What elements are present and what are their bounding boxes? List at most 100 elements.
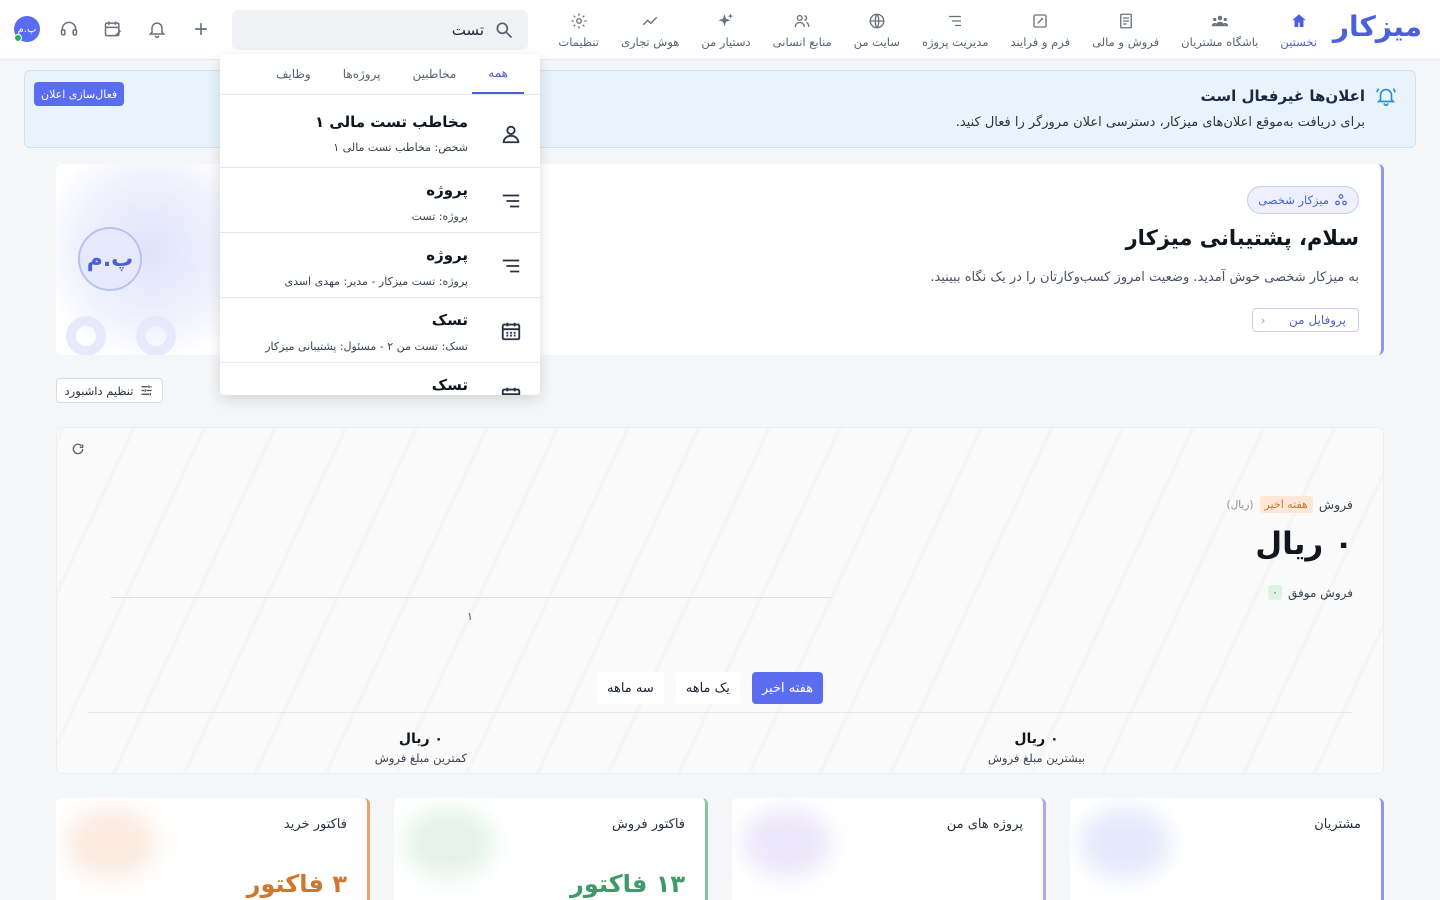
- headset-icon: [60, 21, 78, 36]
- divider: [87, 712, 1353, 713]
- decorative-ring: [66, 316, 106, 355]
- result-subtitle: تسک: تست من ۲ - مسئول: پشتیبانی میزکار: [265, 340, 468, 353]
- form-icon: [1033, 13, 1047, 28]
- main-nav: نخستین باشگاه مشتریان فروش و مالی فرم و …: [547, 0, 1328, 60]
- period-badge: هفته اخیر: [1259, 496, 1313, 513]
- plus-icon: [195, 23, 207, 35]
- tab-projects[interactable]: پروژه‌ها: [327, 54, 397, 94]
- search-input[interactable]: [254, 10, 484, 50]
- add-button[interactable]: [186, 14, 216, 44]
- card-title: فاکتور خرید: [283, 817, 347, 832]
- min-sale-stat: ۰ ریال کمترین مبلغ فروش: [375, 731, 467, 765]
- profile-avatar[interactable]: پ.م: [78, 227, 142, 291]
- nav-item-projects[interactable]: مدیریت پروژه: [911, 0, 1000, 60]
- successful-sales-count: ۰: [1268, 585, 1282, 600]
- result-subtitle: پروژه: تست میزکار - مدیر: مهدی اسدی: [284, 275, 468, 288]
- nav-item-forms[interactable]: فرم و فرایند: [1000, 0, 1082, 60]
- result-title: پروژه: [426, 181, 468, 199]
- period-month-button[interactable]: یک ماهه: [675, 672, 740, 704]
- calendar-button[interactable]: [98, 14, 128, 44]
- result-subtitle: پروژه: تست: [411, 210, 468, 223]
- sales-invoice-card[interactable]: فاکتور فروش ۱۳ فاکتور: [394, 798, 708, 900]
- search-result-item[interactable]: پروژه پروژه: تست میزکار - مدیر: مهدی اسد…: [220, 233, 540, 298]
- min-sale-value: ۰ ریال: [398, 731, 443, 747]
- nav-label: منابع انسانی: [772, 34, 832, 49]
- nav-item-home[interactable]: نخستین: [1269, 0, 1328, 60]
- list-icon: [949, 15, 962, 26]
- nav-label: فروش و مالی: [1092, 34, 1160, 49]
- max-sale-stat: ۰ ریال بیشترین مبلغ فروش: [988, 731, 1085, 765]
- toolbar-actions: پ.م: [14, 14, 216, 44]
- online-status-dot: [14, 34, 22, 42]
- sliders-icon: [141, 385, 152, 396]
- nav-item-sales-finance[interactable]: فروش و مالی: [1081, 0, 1170, 60]
- nav-item-settings[interactable]: تنظیمات: [547, 0, 610, 60]
- search-result-item[interactable]: پروژه پروژه: تست: [220, 168, 540, 233]
- my-profile-button[interactable]: پروفایل من ‹: [1252, 308, 1359, 332]
- currency-unit: (ریال): [1226, 498, 1254, 511]
- purchase-invoice-card[interactable]: فاکتور خرید ۳ فاکتور: [56, 798, 370, 900]
- nav-item-customers[interactable]: باشگاه مشتریان: [1170, 0, 1269, 60]
- sparkle-icon: [718, 13, 734, 26]
- card-value: ۳ فاکتور: [246, 870, 347, 898]
- sales-label: فروش: [1318, 497, 1353, 512]
- card-decoration: [742, 808, 832, 878]
- support-button[interactable]: [54, 14, 84, 44]
- card-title: فاکتور فروش: [612, 817, 685, 832]
- user-avatar[interactable]: پ.م: [14, 16, 40, 42]
- result-title: تسک: [431, 311, 468, 329]
- bell-icon: [148, 22, 166, 39]
- notifications-button[interactable]: [142, 14, 172, 44]
- nav-item-my-site[interactable]: سایت من: [843, 0, 911, 60]
- nav-label: تنظیمات: [558, 34, 599, 49]
- app-logo[interactable]: میزکار: [1333, 10, 1423, 43]
- enable-notifications-button[interactable]: فعال‌سازی اعلان: [34, 82, 125, 106]
- nav-item-assistant[interactable]: دستیار من: [690, 0, 761, 60]
- sales-widget: فروش هفته اخیر (ریال) ۰ ریال فروش موفق ۰…: [56, 427, 1384, 774]
- search-result-item[interactable]: تسک: [220, 363, 540, 395]
- background-pattern: [57, 428, 1383, 773]
- customers-card[interactable]: مشتریان: [1070, 798, 1384, 900]
- nav-label: فرم و فرایند: [1010, 34, 1071, 49]
- max-sale-label: بیشترین مبلغ فروش: [987, 751, 1085, 765]
- nav-label: باشگاه مشتریان: [1181, 34, 1259, 49]
- result-title: تسک: [431, 376, 468, 394]
- period-week-button[interactable]: هفته اخیر: [751, 672, 824, 704]
- card-title: پروژه های من: [946, 817, 1023, 832]
- nav-item-bi[interactable]: هوش تجاری: [610, 0, 690, 60]
- card-title: مشتریان: [1314, 817, 1361, 832]
- tab-tasks[interactable]: وظایف: [260, 54, 327, 94]
- users-icon: [1211, 15, 1229, 26]
- search-results-dropdown: همه مخاطبین پروژه‌ها وظایف مخاطب تست مال…: [220, 54, 540, 395]
- home-icon: [1291, 13, 1306, 27]
- tab-contacts[interactable]: مخاطبین: [397, 54, 473, 94]
- chart-line-icon: [642, 16, 658, 25]
- refresh-icon[interactable]: [71, 442, 85, 456]
- search-results-list: مخاطب تست مالی ۱ شخص: مخاطب تست مالی ۱ پ…: [220, 95, 540, 395]
- dashboard-settings-button[interactable]: تنظیم داشبورد: [56, 378, 163, 403]
- receipt-icon: [1119, 13, 1132, 28]
- search-icon[interactable]: [494, 20, 514, 40]
- calendar-icon: [501, 387, 521, 395]
- successful-sales-label: فروش موفق: [1288, 585, 1353, 600]
- nav-item-hr[interactable]: منابع انسانی: [762, 0, 843, 60]
- result-title: مخاطب تست مالی ۱: [314, 113, 468, 131]
- chevron-left-icon: ‹: [1261, 314, 1266, 327]
- gear-icon: [571, 13, 587, 28]
- calendar-edit-icon: [104, 21, 122, 37]
- welcome-title: سلام، پشتیبانی میزکار: [1125, 226, 1359, 250]
- bell-ring-icon: [1376, 88, 1396, 106]
- tab-all[interactable]: همه: [472, 54, 524, 94]
- search-result-item[interactable]: مخاطب تست مالی ۱ شخص: مخاطب تست مالی ۱: [220, 95, 540, 168]
- welcome-text: به میزکار شخصی خوش آمدید. وضعیت امروز کس…: [930, 270, 1359, 285]
- period-quarter-button[interactable]: سه ماهه: [597, 672, 664, 704]
- my-projects-card[interactable]: پروژه های من: [732, 798, 1046, 900]
- nodes-icon: [1335, 194, 1347, 206]
- min-sale-label: کمترین مبلغ فروش: [374, 751, 467, 765]
- sales-label-row: فروش هفته اخیر (ریال): [1226, 496, 1353, 513]
- my-profile-label: پروفایل من: [1289, 313, 1346, 327]
- list-icon: [502, 194, 520, 208]
- result-title: پروژه: [426, 246, 468, 264]
- search-result-item[interactable]: تسک تسک: تست من ۲ - مسئول: پشتیبانی میزک…: [220, 298, 540, 363]
- globe-icon: [869, 13, 885, 28]
